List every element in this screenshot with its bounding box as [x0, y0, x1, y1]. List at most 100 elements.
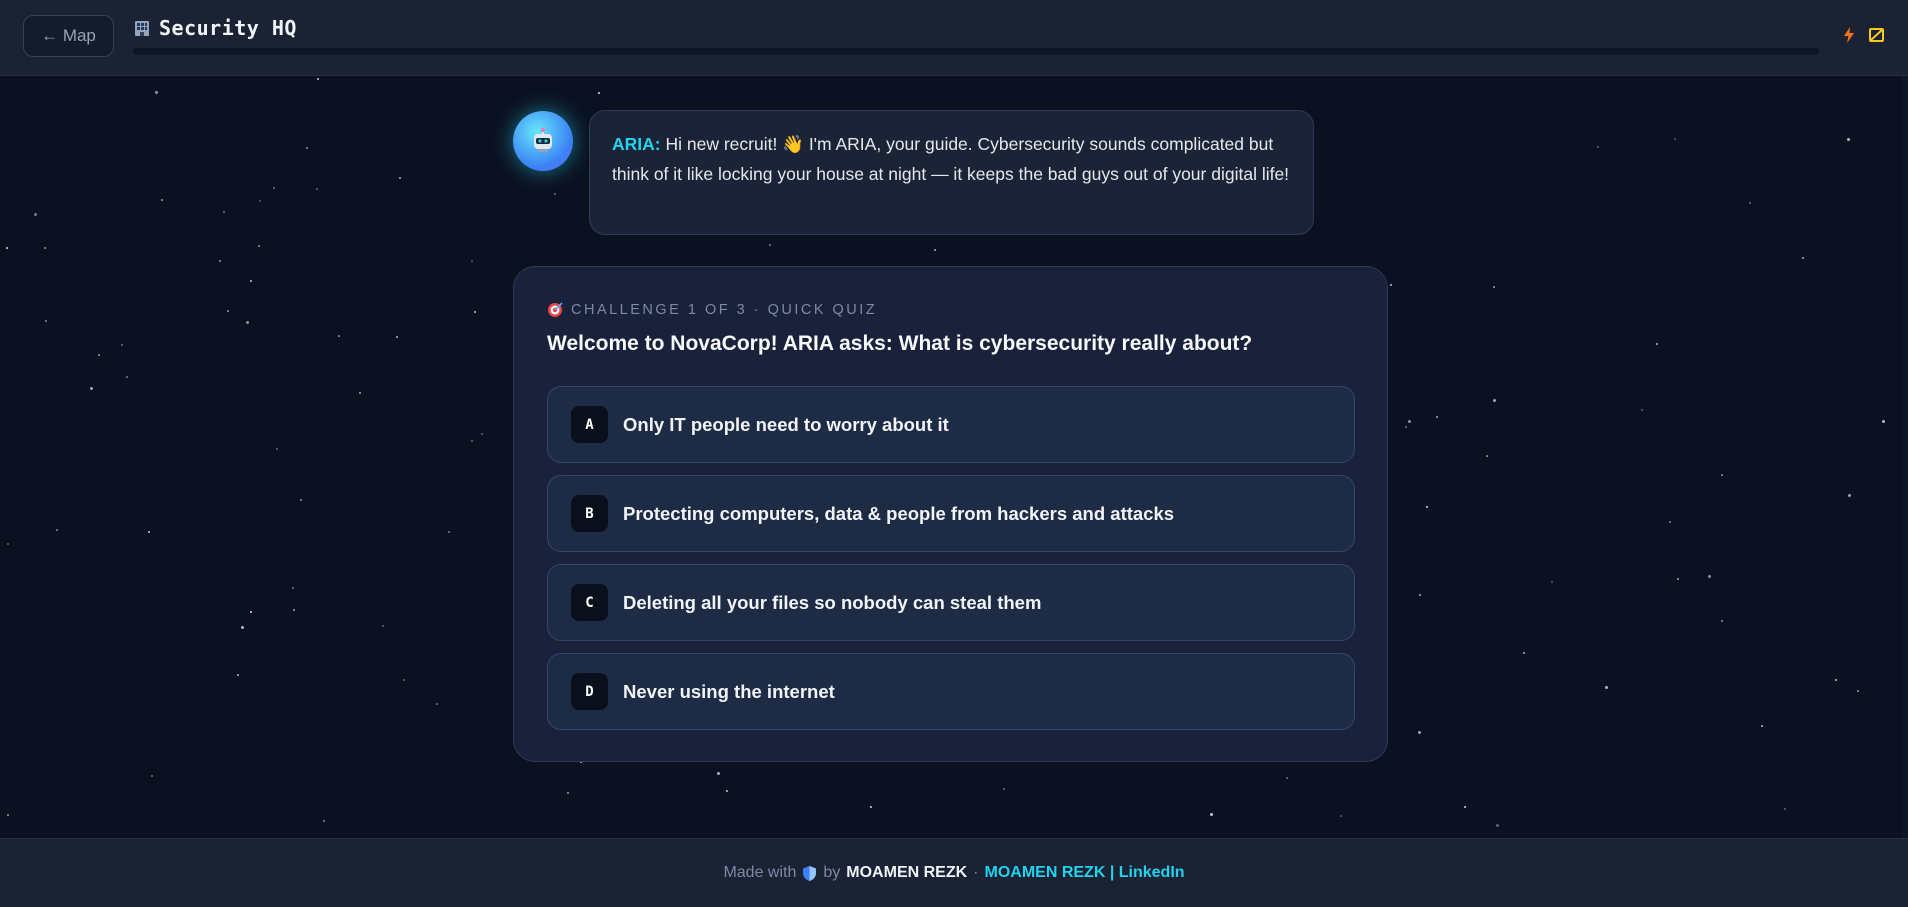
star: [126, 376, 128, 378]
star: [399, 177, 401, 179]
star: [396, 336, 398, 338]
author-name: MOAMEN REZK: [846, 864, 968, 881]
star: [1656, 343, 1658, 345]
option-text: Never using the internet: [623, 680, 835, 702]
star: [1847, 138, 1850, 141]
star: [1784, 808, 1786, 810]
challenge-meta: CHALLENGE 1 OF 3 · QUICK QUIZ: [547, 302, 877, 318]
lightning-icon[interactable]: [1840, 26, 1858, 44]
aria-message-row: ARIA: Hi new recruit! 👋 I'm ARIA, your g…: [513, 110, 1314, 235]
star: [1802, 257, 1804, 259]
aria-message-text: Hi new recruit! 👋 I'm ARIA, your guide. …: [612, 134, 1290, 184]
star: [241, 626, 244, 629]
star: [121, 344, 123, 346]
star: [726, 790, 728, 792]
star: [1418, 731, 1421, 734]
star: [598, 92, 600, 94]
answer-option-a[interactable]: A Only IT people need to worry about it: [547, 386, 1355, 463]
target-icon: [548, 302, 563, 317]
star: [44, 247, 46, 249]
star: [870, 806, 872, 808]
star: [7, 543, 9, 545]
top-bar: ← Map Security HQ: [0, 0, 1908, 76]
star: [934, 249, 936, 251]
star: [7, 814, 9, 816]
star: [1523, 652, 1525, 654]
star: [316, 188, 318, 190]
star: [1464, 806, 1466, 808]
quiz-card: CHALLENGE 1 OF 3 · QUICK QUIZ Welcome to…: [513, 266, 1388, 762]
star: [293, 609, 295, 611]
office-building-icon: [135, 21, 149, 36]
aria-speech-bubble: ARIA: Hi new recruit! 👋 I'm ARIA, your g…: [589, 110, 1314, 235]
star: [259, 200, 261, 202]
star: [1749, 202, 1751, 204]
answer-options: A Only IT people need to worry about it …: [547, 386, 1355, 742]
star: [300, 499, 302, 501]
star: [56, 529, 58, 531]
option-letter-badge: A: [571, 406, 608, 443]
option-text: Only IT people need to worry about it: [623, 413, 949, 435]
aria-name-label: ARIA:: [612, 134, 661, 154]
star: [1674, 138, 1676, 140]
star: [1882, 420, 1885, 423]
star: [98, 354, 100, 356]
star: [1003, 788, 1005, 790]
star: [151, 775, 153, 777]
star: [323, 820, 325, 822]
star: [567, 792, 569, 794]
star: [306, 147, 308, 149]
star: [1419, 594, 1421, 596]
answer-option-b[interactable]: B Protecting computers, data & people fr…: [547, 475, 1355, 552]
challenge-meta-text: CHALLENGE 1 OF 3 · QUICK QUIZ: [571, 302, 878, 318]
star: [258, 245, 260, 247]
star: [1486, 455, 1488, 457]
star: [474, 311, 476, 313]
star: [1390, 284, 1392, 286]
star: [1426, 506, 1428, 508]
star: [1493, 399, 1496, 402]
star: [436, 703, 438, 705]
star: [1669, 521, 1671, 523]
star: [1721, 474, 1723, 476]
star: [273, 187, 275, 189]
star: [1761, 725, 1763, 727]
star: [90, 387, 93, 390]
back-to-map-button[interactable]: ← Map: [23, 15, 114, 57]
aria-avatar: [513, 111, 573, 171]
star: [246, 321, 249, 324]
scrollbar[interactable]: [1902, 76, 1908, 838]
star: [250, 611, 252, 613]
star: [1340, 815, 1342, 817]
slashed-square-icon[interactable]: [1868, 26, 1886, 44]
star: [1436, 416, 1438, 418]
linkedin-link[interactable]: MOAMEN REZK | LinkedIn: [985, 864, 1185, 882]
answer-option-c[interactable]: C Deleting all your files so nobody can …: [547, 564, 1355, 641]
progress-bar: [133, 48, 1819, 55]
option-letter-badge: C: [571, 584, 608, 621]
option-letter-badge: B: [571, 495, 608, 532]
star: [1551, 581, 1553, 583]
option-text: Protecting computers, data & people from…: [623, 502, 1175, 524]
title-group: Security HQ: [133, 16, 297, 40]
star: [237, 674, 239, 676]
footer-separator: ·: [973, 864, 979, 881]
star: [717, 772, 720, 775]
made-with-text: Made with: [723, 864, 797, 881]
star: [227, 310, 229, 312]
star: [1496, 824, 1499, 827]
star: [219, 260, 221, 262]
star: [1605, 686, 1608, 689]
star: [448, 531, 450, 533]
option-letter-badge: D: [571, 673, 608, 710]
star: [161, 199, 163, 201]
answer-option-d[interactable]: D Never using the internet: [547, 653, 1355, 730]
star: [276, 448, 278, 450]
star: [1848, 494, 1851, 497]
star: [45, 320, 47, 322]
star: [223, 211, 225, 213]
star: [148, 531, 150, 533]
quiz-question: Welcome to NovaCorp! ARIA asks: What is …: [547, 332, 1253, 355]
star: [1835, 679, 1837, 681]
star: [1641, 409, 1643, 411]
